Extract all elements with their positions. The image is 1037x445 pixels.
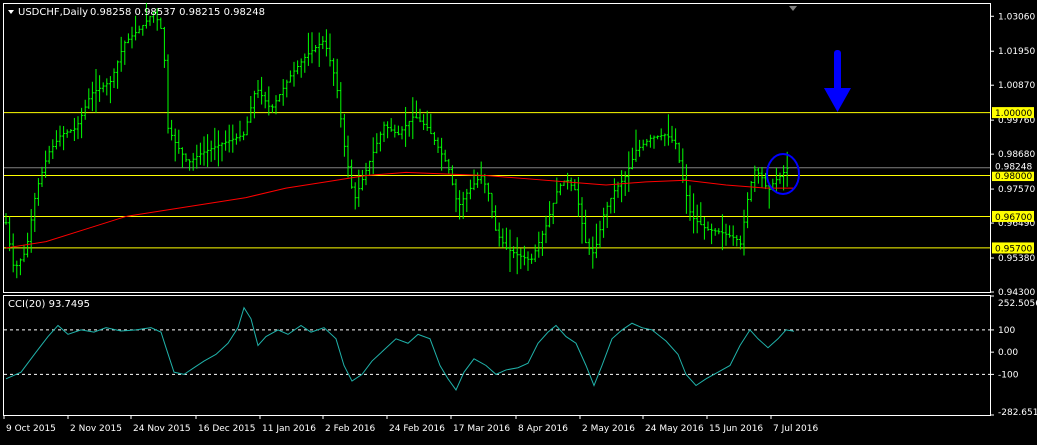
date-tick-label: 7 Jul 2016	[773, 424, 818, 434]
price-tick-label: 1.03060	[998, 12, 1035, 22]
date-tick-label: 15 Jun 2016	[709, 424, 763, 434]
price-tick-label: 0.94300	[998, 288, 1035, 298]
cci-tick-label: -282.6518	[998, 408, 1037, 418]
price-tick-label: 0.98680	[998, 150, 1035, 160]
current-price-label: 0.98248	[995, 163, 1032, 173]
price-tick-label: 1.00870	[998, 81, 1035, 91]
price-tick-label: 0.97570	[998, 185, 1035, 195]
cci-tick-label: -100	[998, 370, 1019, 380]
ohlc-values: 0.98258 0.98537 0.98215 0.98248	[90, 7, 265, 18]
level-label: 0.95700	[995, 244, 1032, 254]
date-tick-label: 2 May 2016	[582, 424, 635, 434]
level-label: 1.00000	[995, 109, 1032, 119]
date-tick-label: 24 May 2016	[645, 424, 704, 434]
cci-tick-label: 100	[998, 326, 1015, 336]
symbol-header: USDCHF,Daily	[18, 7, 88, 18]
level-label: 0.96700	[995, 213, 1032, 223]
cci-tick-label: 252.5056	[998, 299, 1037, 309]
cci-tick-label: 0.00	[998, 348, 1018, 358]
date-tick-label: 16 Dec 2015	[198, 424, 256, 434]
date-tick-label: 24 Feb 2016	[389, 424, 445, 434]
date-tick-label: 11 Jan 2016	[262, 424, 316, 434]
date-tick-label: 9 Oct 2015	[6, 424, 56, 434]
date-tick-label: 2 Nov 2015	[70, 424, 122, 434]
date-tick-label: 8 Apr 2016	[518, 424, 568, 434]
cci-title: CCI(20) 93.7495	[8, 299, 90, 310]
price-tick-label: 0.95380	[998, 254, 1035, 264]
level-label: 0.98000	[995, 172, 1032, 182]
date-tick-label: 17 Mar 2016	[453, 424, 510, 434]
chart-window[interactable]: 1.03060 1.01950 1.00870 0.99760 0.98680 0.975…	[0, 0, 1037, 441]
price-tick-label: 1.01950	[998, 47, 1035, 57]
date-tick-label: 24 Nov 2015	[133, 424, 191, 434]
date-tick-label: 2 Feb 2016	[325, 424, 376, 434]
